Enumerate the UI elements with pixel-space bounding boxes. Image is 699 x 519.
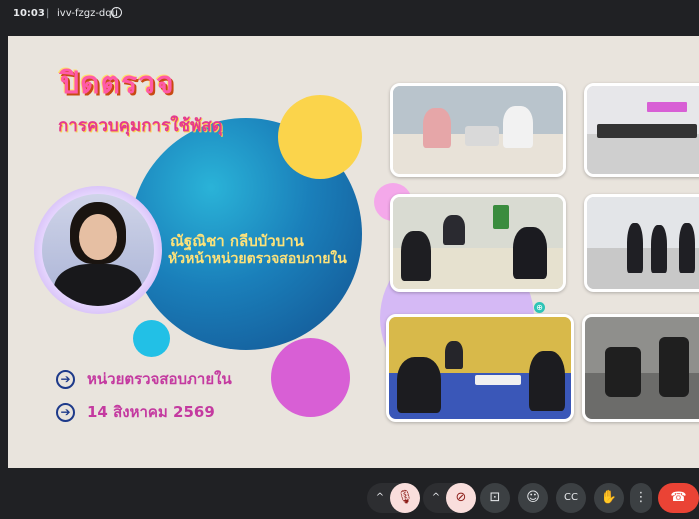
decor-circle-cyan <box>133 320 170 357</box>
slide-subtitle: การควบคุมการใช้พัสดุ <box>58 116 223 135</box>
info-row-unit: ➔ หน่วยตรวจสอบภายใน <box>56 367 232 391</box>
mic-options-caret-icon[interactable]: ^ <box>369 483 391 513</box>
meeting-top-bar: 10:03 | ivv-fzgz-dqu i <box>0 0 699 26</box>
presentation-slide: ปิดตรวจ การควบคุมการใช้พัสดุ ณัฐณิชา กลี… <box>8 36 699 468</box>
clock-time: 10:03 <box>13 8 45 19</box>
captions-icon[interactable]: CC <box>556 483 586 513</box>
row-text: หน่วยตรวจสอบภายใน <box>87 370 232 388</box>
raise-hand-icon[interactable]: ✋ <box>594 483 624 513</box>
camera-options-caret-icon[interactable]: ^ <box>425 483 447 513</box>
pin-icon[interactable]: ⊕ <box>534 302 545 313</box>
separator: | <box>46 8 50 19</box>
slide-title: ปิดตรวจ <box>60 67 175 100</box>
arrow-right-circle-icon: ➔ <box>56 403 75 422</box>
row-text: 14 สิงหาคม 2569 <box>87 403 215 421</box>
call-end-icon[interactable]: ☎ <box>658 483 699 513</box>
photo-office-visit <box>584 194 699 292</box>
emoji-icon[interactable]: ☺ <box>518 483 548 513</box>
photo-meeting-1 <box>390 83 566 177</box>
mic-off-icon[interactable]: 🎙 <box>390 483 420 513</box>
more-vert-icon[interactable]: ⋮ <box>630 483 652 513</box>
decor-circle-magenta <box>271 338 350 417</box>
meeting-controls: ^ 🎙 ^ ⊘ ⊡ ☺ CC ✋ ⋮ ☎ <box>0 468 699 519</box>
decor-circle-yellow <box>278 95 362 179</box>
meeting-code: ivv-fzgz-dqu <box>57 8 118 19</box>
camera-off-icon[interactable]: ⊘ <box>446 483 476 513</box>
info-icon[interactable]: i <box>111 7 122 18</box>
present-screen-icon[interactable]: ⊡ <box>480 483 510 513</box>
arrow-right-circle-icon: ➔ <box>56 370 75 389</box>
photo-meeting-2 <box>390 194 566 292</box>
info-row-date: ➔ 14 สิงหาคม 2569 <box>56 400 215 424</box>
avatar <box>42 194 154 306</box>
photo-meeting-3 <box>386 314 574 422</box>
person-role: หัวหน้าหน่วยตรวจสอบภายใน <box>168 251 347 267</box>
photo-computer-room <box>584 83 699 177</box>
photo-equipment <box>582 314 699 422</box>
